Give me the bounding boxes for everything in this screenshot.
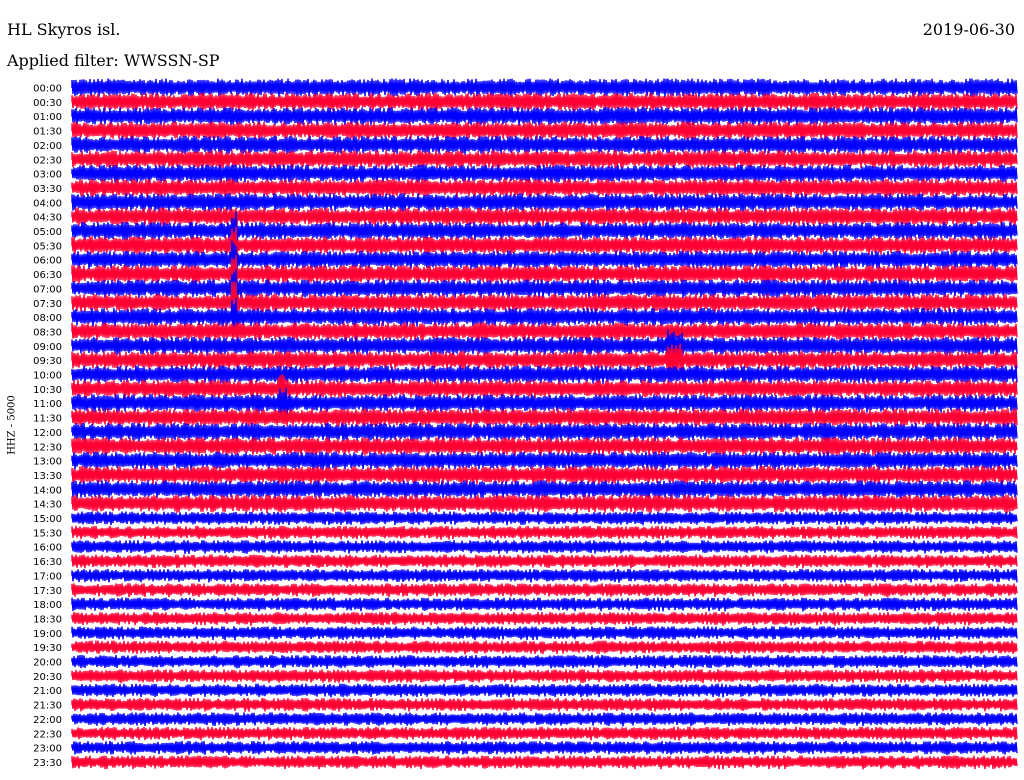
row-label-1630: 16:30	[33, 557, 62, 568]
row-label-1430: 14:30	[33, 500, 62, 511]
row-label-0900: 09:00	[33, 342, 62, 353]
row-label-0530: 05:30	[33, 241, 62, 252]
row-label-0000: 00:00	[33, 84, 62, 95]
row-label-1300: 13:00	[33, 457, 62, 468]
row-label-1600: 16:00	[33, 543, 62, 554]
row-label-0300: 03:00	[33, 170, 62, 181]
trace-row-1600	[71, 540, 1018, 554]
row-label-0830: 08:30	[33, 327, 62, 338]
row-label-0630: 06:30	[33, 270, 62, 281]
trace-row-1700	[71, 568, 1018, 583]
trace-row-1730	[71, 583, 1018, 598]
row-label-2230: 22:30	[33, 729, 62, 740]
trace-row-1900	[71, 626, 1018, 641]
row-label-2000: 20:00	[33, 658, 62, 669]
row-label-0500: 05:00	[33, 227, 62, 238]
row-label-1530: 15:30	[33, 528, 62, 539]
row-label-0930: 09:30	[33, 356, 62, 367]
trace-row-2230	[71, 726, 1018, 741]
row-label-1800: 18:00	[33, 600, 62, 611]
row-label-1830: 18:30	[33, 614, 62, 625]
row-label-2300: 23:00	[33, 744, 62, 755]
row-label-0330: 03:30	[33, 184, 62, 195]
row-label-1500: 15:00	[33, 514, 62, 525]
row-label-2130: 21:30	[33, 701, 62, 712]
row-label-1130: 11:30	[33, 414, 62, 425]
trace-row-1630	[71, 554, 1018, 569]
row-label-0230: 02:30	[33, 155, 62, 166]
row-label-1000: 10:00	[33, 371, 62, 382]
trace-row-2300	[71, 741, 1018, 756]
trace-row-1130	[71, 408, 1018, 428]
row-label-0130: 01:30	[33, 127, 62, 138]
trace-row-1830	[71, 611, 1018, 626]
row-label-1230: 12:30	[33, 442, 62, 453]
trace-row-2100	[71, 683, 1018, 698]
trace-row-1430	[71, 494, 1018, 514]
trace-row-2330	[71, 755, 1018, 770]
row-label-2030: 20:30	[33, 672, 62, 683]
row-label-1100: 11:00	[33, 399, 62, 410]
row-label-0800: 08:00	[33, 313, 62, 324]
row-label-0100: 01:00	[33, 112, 62, 123]
trace-row-1530	[71, 525, 1018, 540]
row-label-1030: 10:30	[33, 385, 62, 396]
trace-row-2000	[71, 654, 1018, 669]
trace-row-1500	[71, 511, 1018, 526]
row-label-1200: 12:00	[33, 428, 62, 439]
row-label-2100: 21:00	[33, 686, 62, 697]
row-label-1700: 17:00	[33, 571, 62, 582]
trace-row-2130	[71, 698, 1018, 712]
trace-row-1930	[71, 640, 1018, 655]
row-label-0030: 00:30	[33, 98, 62, 109]
row-label-0400: 04:00	[33, 198, 62, 209]
row-label-0700: 07:00	[33, 284, 62, 295]
trace-row-0000	[71, 78, 1018, 98]
trace-row-1800	[71, 597, 1018, 612]
trace-row-2200	[71, 712, 1018, 727]
row-label-0200: 02:00	[33, 141, 62, 152]
trace-row-2030	[71, 669, 1018, 684]
row-label-1330: 13:30	[33, 471, 62, 482]
row-label-1930: 19:30	[33, 643, 62, 654]
trace-row-0430	[71, 207, 1018, 227]
row-label-0430: 04:30	[33, 213, 62, 224]
row-label-1730: 17:30	[33, 586, 62, 597]
row-label-0730: 07:30	[33, 299, 62, 310]
row-label-2330: 23:30	[33, 758, 62, 769]
trace-row-1200	[71, 422, 1018, 442]
row-label-1400: 14:00	[33, 485, 62, 496]
trace-row-0300	[71, 164, 1018, 184]
row-label-0600: 06:00	[33, 256, 62, 267]
row-label-2200: 22:00	[33, 715, 62, 726]
seismogram-plot: 00:00 00:30 01:00 01:30 02:00 02:30 03:00 03:30…	[33, 78, 1018, 770]
row-label-1900: 19:00	[33, 629, 62, 640]
